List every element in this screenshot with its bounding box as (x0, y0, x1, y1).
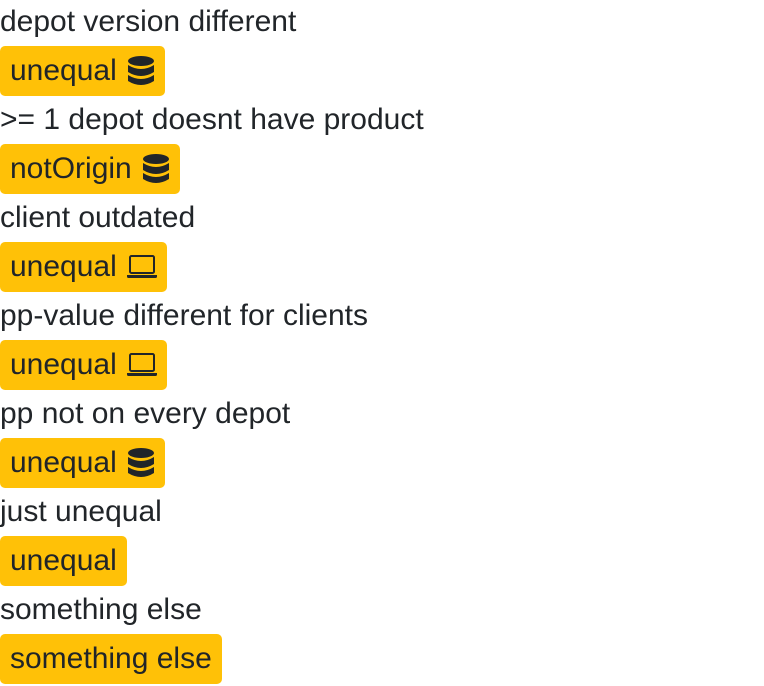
status-badge-label: something else (10, 642, 212, 675)
laptop-icon (126, 255, 157, 279)
item-caption: something else (0, 593, 202, 626)
status-badge: unequal (0, 438, 165, 488)
badge-row: something else (0, 634, 764, 686)
status-badge-label: unequal (10, 250, 117, 283)
badge-row: unequal (0, 438, 764, 490)
item-caption: depot version different (0, 5, 297, 38)
item-caption: client outdated (0, 201, 196, 234)
status-badge: something else (0, 634, 222, 684)
badge-row: unequal (0, 536, 764, 588)
status-badge: unequal (0, 536, 127, 586)
badge-row: unequal (0, 46, 764, 98)
status-badge-label: unequal (10, 544, 117, 577)
status-badge-label: unequal (10, 446, 117, 479)
badge-row: unequal (0, 242, 764, 294)
status-badge-label: notOrigin (10, 152, 132, 185)
status-badge-label: unequal (10, 54, 117, 87)
status-badge-label: unequal (10, 348, 117, 381)
badge-row: notOrigin (0, 144, 764, 196)
database-icon (142, 153, 170, 185)
item-caption: pp-value different for clients (0, 299, 368, 332)
status-badge: unequal (0, 242, 167, 292)
badge-row: unequal (0, 340, 764, 392)
database-icon (127, 55, 155, 87)
status-badge: unequal (0, 46, 165, 96)
item-caption: pp not on every depot (0, 397, 291, 430)
database-icon (127, 447, 155, 479)
item-caption: >= 1 depot doesnt have product (0, 103, 424, 136)
status-badge: unequal (0, 340, 167, 390)
laptop-icon (126, 353, 157, 377)
item-caption: just unequal (0, 495, 162, 528)
status-badge: notOrigin (0, 144, 180, 194)
status-legend-list: depot version different unequal >= 1 dep… (0, 0, 764, 686)
